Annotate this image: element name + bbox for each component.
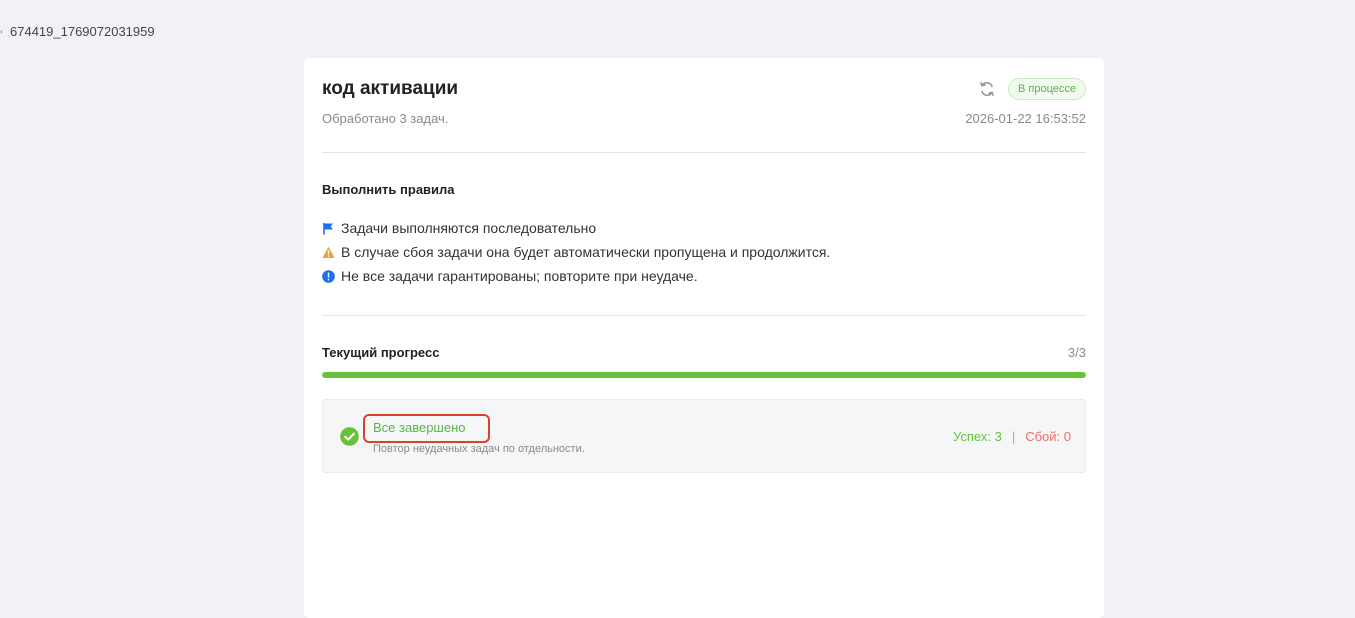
stats-separator: | bbox=[1011, 429, 1016, 444]
page-title: код активации bbox=[322, 78, 459, 99]
result-title: Все завершено bbox=[373, 420, 466, 435]
progress-bar-fill bbox=[322, 372, 1086, 378]
rule-text: Не все задачи гарантированы; повторите п… bbox=[341, 268, 698, 284]
header-actions: В процессе bbox=[978, 78, 1086, 100]
rule-item: В случае сбоя задачи она будет автоматич… bbox=[322, 240, 830, 264]
rules-section: Выполнить правила Задачи выполняются пос… bbox=[322, 153, 1086, 316]
page-id: ‹ 674419_1769072031959 bbox=[0, 24, 155, 39]
back-arrow-icon[interactable]: ‹ bbox=[0, 26, 2, 38]
progress-section: Текущий прогресс 3/3 Все завершено Повто… bbox=[322, 316, 1086, 616]
success-count: Успех: 3 bbox=[953, 429, 1002, 444]
page-id-text: 674419_1769072031959 bbox=[10, 24, 155, 39]
task-card: код активации Обработано 3 задач. В проц… bbox=[304, 58, 1104, 618]
progress-bar bbox=[322, 372, 1086, 378]
timestamp: 2026-01-22 16:53:52 bbox=[965, 111, 1086, 126]
rule-item: Задачи выполняются последовательно bbox=[322, 216, 830, 240]
rule-text: В случае сбоя задачи она будет автоматич… bbox=[341, 244, 831, 260]
rule-item: Не все задачи гарантированы; повторите п… bbox=[322, 264, 830, 288]
processed-summary: Обработано 3 задач. bbox=[322, 111, 449, 126]
fail-count: Сбой: 0 bbox=[1025, 429, 1071, 444]
rules-title: Выполнить правила bbox=[322, 182, 455, 197]
card-header: код активации Обработано 3 задач. В проц… bbox=[322, 58, 1086, 153]
refresh-icon[interactable] bbox=[978, 80, 996, 98]
rule-text: Задачи выполняются последовательно bbox=[341, 220, 597, 236]
progress-count: 3/3 bbox=[1067, 345, 1086, 360]
result-panel: Все завершено Повтор неудачных задач по … bbox=[322, 399, 1086, 473]
progress-title: Текущий прогресс bbox=[322, 345, 440, 360]
rules-list: Задачи выполняются последовательно В слу… bbox=[322, 216, 830, 288]
info-icon bbox=[322, 269, 335, 283]
result-stats: Успех: 3 | Сбой: 0 bbox=[953, 429, 1071, 444]
result-subtitle: Повтор неудачных задач по отдельности. bbox=[373, 443, 585, 455]
warning-icon bbox=[322, 246, 335, 259]
check-circle-icon bbox=[340, 427, 359, 446]
status-badge: В процессе bbox=[1008, 78, 1086, 100]
flag-icon bbox=[322, 222, 335, 235]
